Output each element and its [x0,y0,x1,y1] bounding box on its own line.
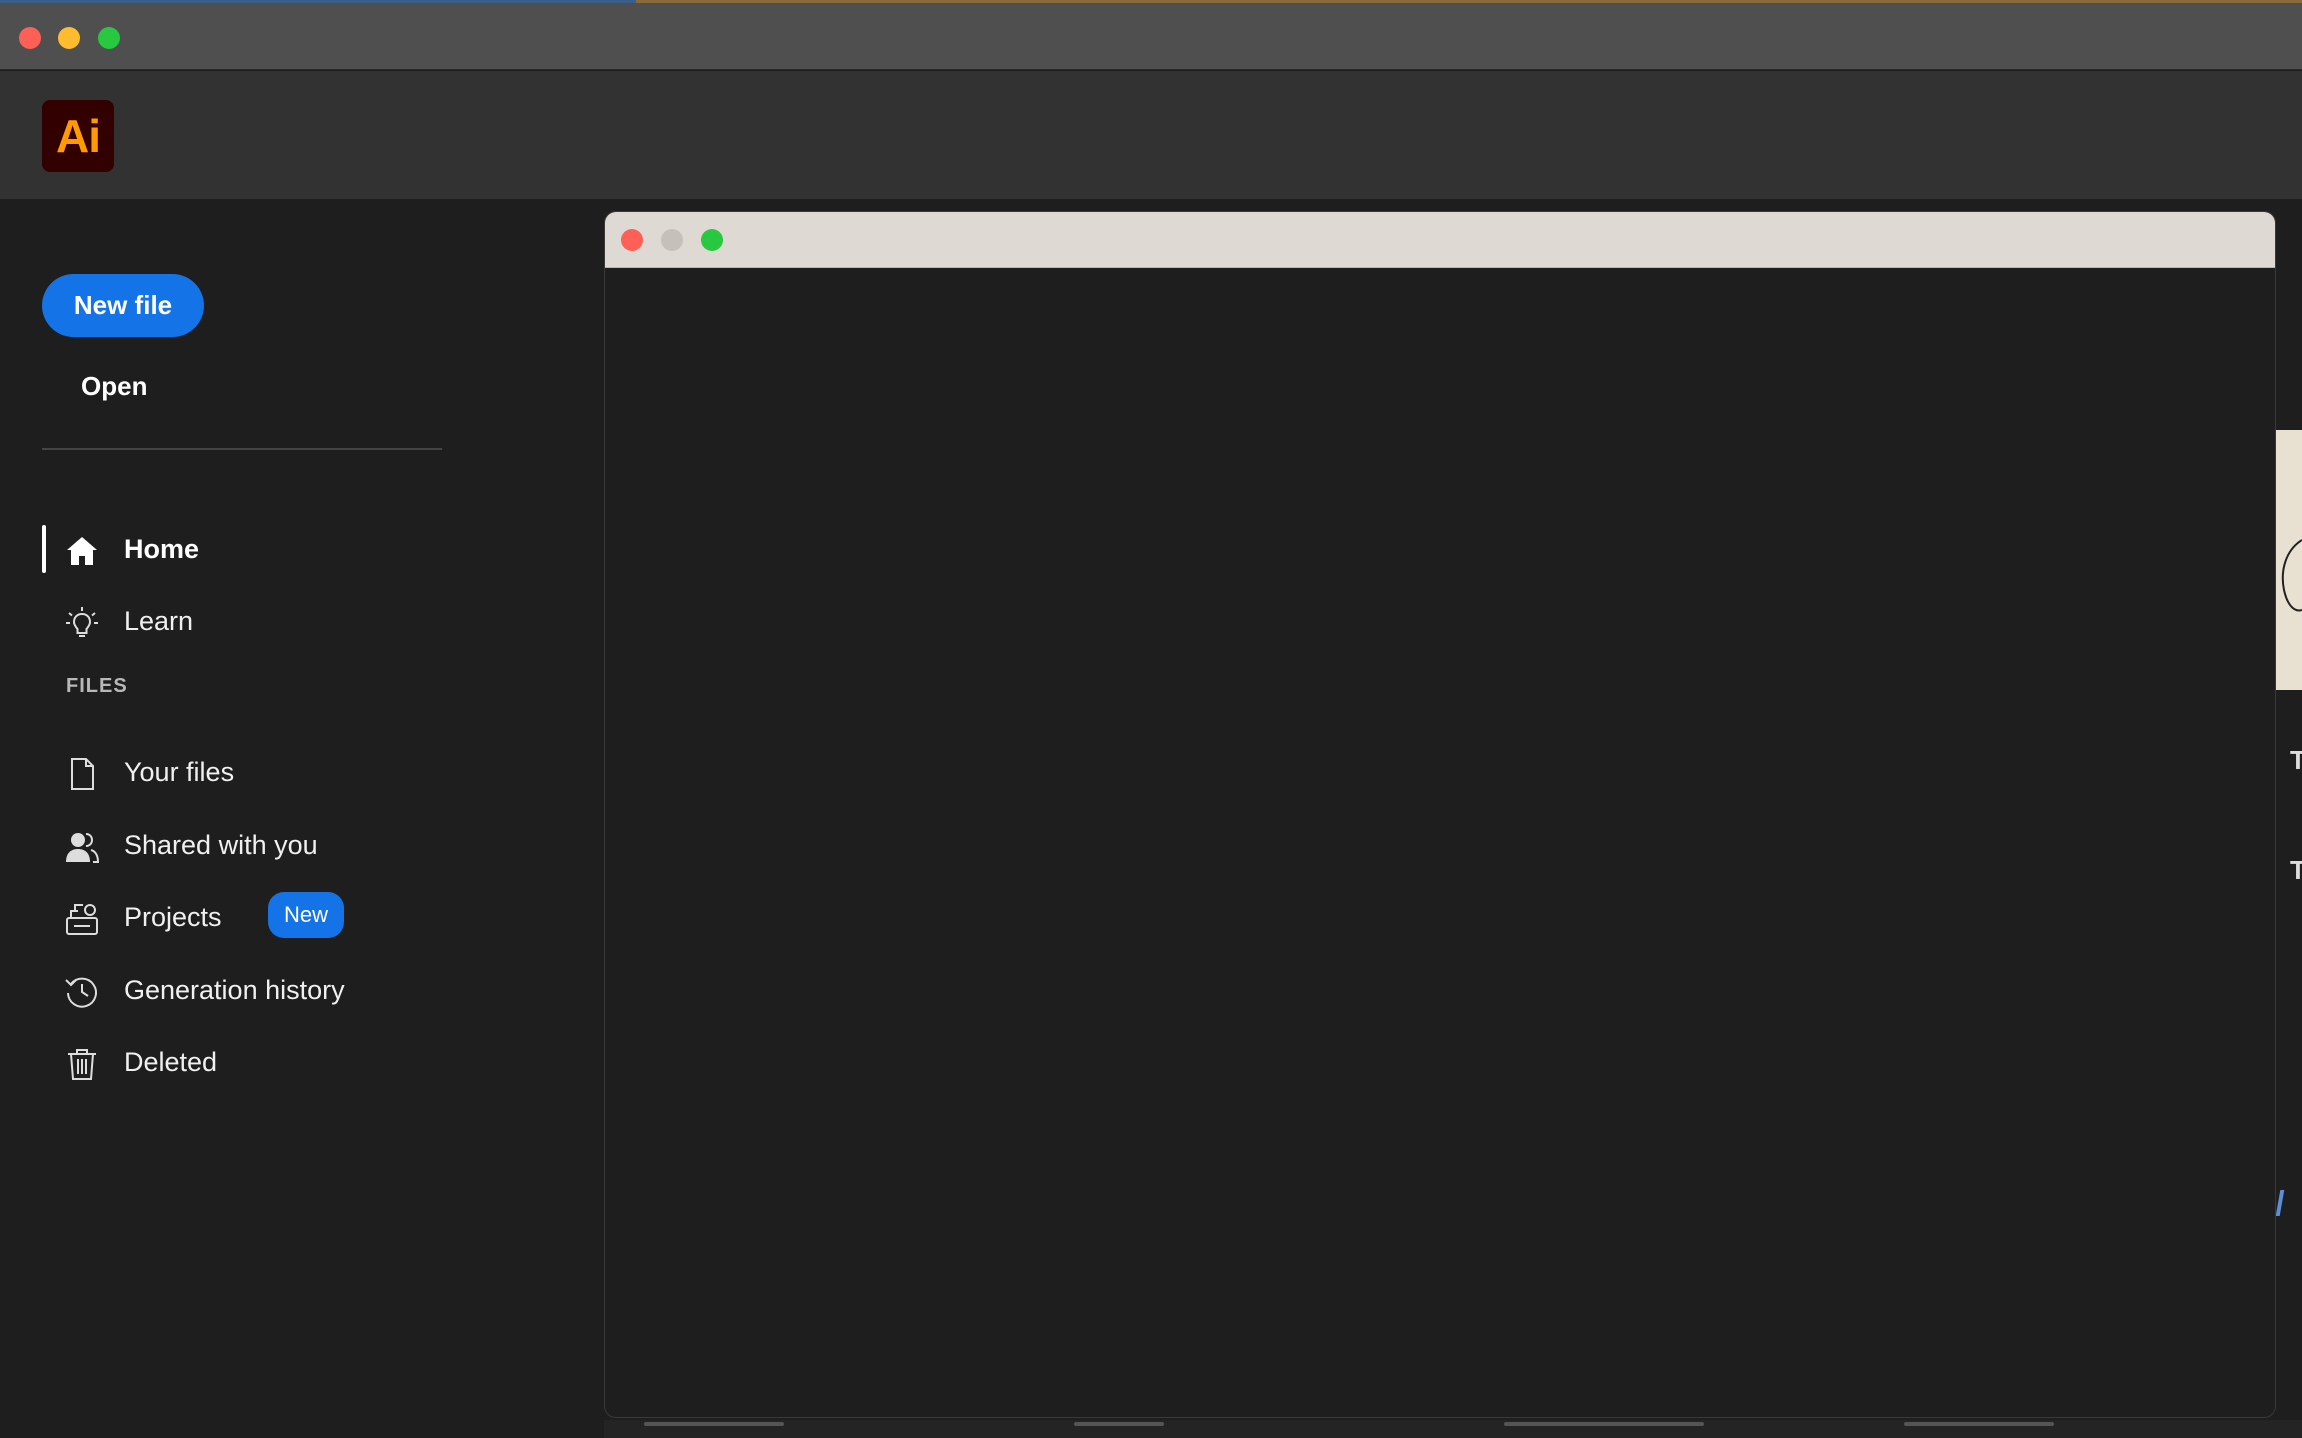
files-section-label: FILES [66,675,128,697]
bottom-file-label-3 [1504,1422,1704,1426]
shared-users-icon [66,833,100,863]
titlebar-accent-line-2 [636,0,2302,3]
sidebar-item-generation-history[interactable]: Generation history [42,962,462,1018]
new-file-button[interactable]: New file [42,274,204,337]
lightbulb-icon [66,607,98,637]
modal-body [605,268,2275,1417]
file-icon [71,758,94,790]
app-header: Ai [0,71,2302,199]
sidebar-item-projects[interactable]: Projects New [42,889,462,945]
sidebar-item-deleted[interactable]: Deleted [42,1034,462,1090]
sidebar-item-learn[interactable]: Learn [42,593,462,649]
sidebar-item-label: Home [124,533,200,564]
titlebar-accent-line [0,0,636,3]
trash-icon [68,1049,96,1080]
sidebar-item-label: Generation history [124,974,345,1005]
thumbnail-artwork [2281,539,2302,612]
modal-titlebar[interactable] [605,212,2275,268]
modal-zoom-button[interactable] [701,229,723,251]
file-title-edge-2: T [2290,855,2302,885]
sidebar: New file Open Home Learn FILES Your file… [0,199,530,1438]
bottom-file-strip [604,1420,2302,1438]
modal-window [604,211,2276,1418]
illustrator-logo[interactable]: Ai [42,100,114,172]
sidebar-item-label: Deleted [124,1046,218,1077]
active-indicator [42,525,46,573]
sidebar-item-label: Shared with you [124,829,318,860]
sidebar-item-label: Learn [124,605,194,636]
open-button[interactable]: Open [81,371,147,402]
sidebar-item-your-files[interactable]: Your files [42,744,462,800]
window-zoom-button[interactable] [98,27,120,49]
sidebar-divider [42,448,442,450]
file-title-edge-1: T [2290,745,2302,775]
sidebar-item-shared-with-you[interactable]: Shared with you [42,817,462,873]
modal-minimize-button[interactable] [661,229,683,251]
history-icon [65,977,97,1008]
sidebar-item-home[interactable]: Home [42,521,462,577]
sidebar-item-label: Projects [124,901,222,932]
bottom-file-label-1 [644,1422,784,1426]
bottom-file-label-2 [1074,1422,1164,1426]
window-titlebar [0,0,2302,70]
projects-icon [66,904,98,935]
logo-text: Ai [56,110,101,162]
modal-close-button[interactable] [621,229,643,251]
file-thumbnail-edge[interactable] [2276,430,2302,690]
bottom-file-label-4 [1904,1422,2054,1426]
window-minimize-button[interactable] [58,27,80,49]
home-icon [67,537,97,565]
new-badge: New [268,892,345,938]
sidebar-item-label: Your files [124,756,235,787]
window-close-button[interactable] [19,27,41,49]
